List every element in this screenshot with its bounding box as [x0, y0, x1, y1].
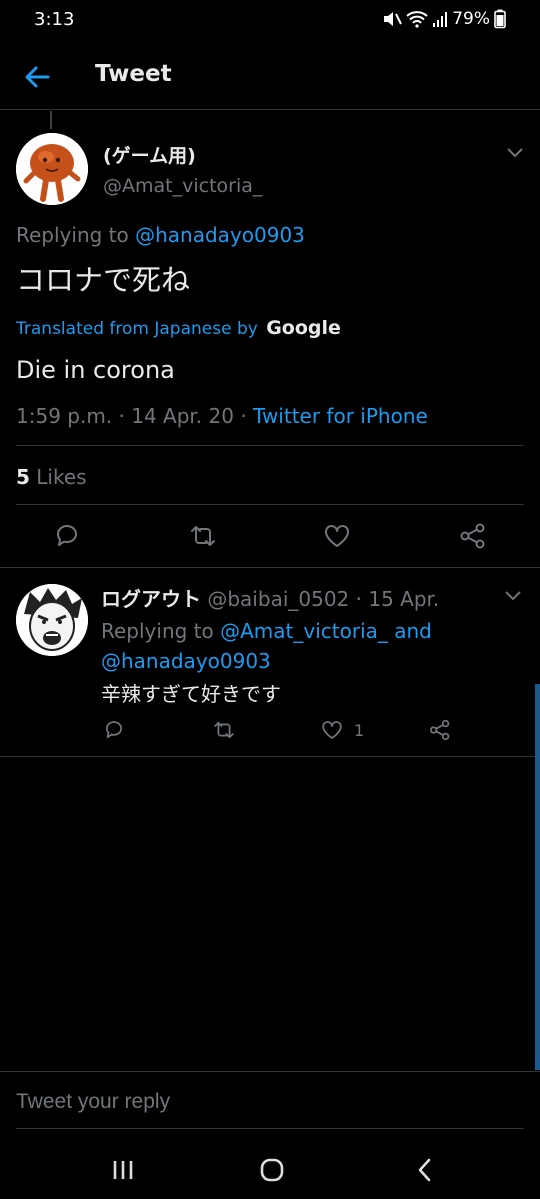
- status-icons: 79%: [382, 9, 506, 29]
- chevron-down-icon[interactable]: [506, 147, 524, 159]
- avatar[interactable]: [16, 584, 88, 656]
- tweet-text: 辛辣すぎて好きです: [101, 682, 281, 706]
- divider: [16, 445, 524, 446]
- retweet-icon[interactable]: [188, 521, 218, 551]
- replying-to: Replying to @Amat_victoria_ and @hanaday…: [101, 616, 501, 676]
- translation-attribution[interactable]: Translated from Japanese by Google: [16, 317, 341, 339]
- translated-text: Die in corona: [16, 356, 175, 384]
- divider: [0, 756, 540, 757]
- tweet-text: コロナで死ね: [16, 263, 191, 297]
- tweet-actions: 1: [0, 718, 540, 748]
- reply-tweet[interactable]: ログアウト @baibai_0502 · 15 Apr. Replying to…: [0, 568, 540, 756]
- scrollbar[interactable]: [535, 684, 540, 1070]
- back-icon[interactable]: [410, 1156, 440, 1184]
- app-bar: Tweet: [0, 44, 540, 110]
- recent-apps-icon[interactable]: [108, 1156, 138, 1184]
- battery-icon: [494, 9, 506, 29]
- likes-number: 5: [16, 465, 30, 489]
- status-time: 3:13: [34, 9, 75, 30]
- user-handle[interactable]: @Amat_victoria_: [103, 175, 262, 197]
- replying-prefix: Replying to: [16, 223, 129, 247]
- replying-to-link[interactable]: @Amat_victoria_ and: [220, 619, 432, 643]
- tweet-actions: [0, 521, 540, 567]
- system-nav-bar: [0, 1140, 540, 1199]
- replying-prefix: Replying to: [101, 619, 214, 643]
- thread-connector: [50, 111, 52, 129]
- likes-count[interactable]: 5 Likes: [16, 465, 87, 489]
- display-name[interactable]: (ゲーム用): [103, 141, 196, 168]
- reply-header: ログアウト @baibai_0502 · 15 Apr.: [101, 583, 439, 612]
- share-icon[interactable]: [428, 718, 452, 742]
- chevron-down-icon[interactable]: [504, 590, 522, 602]
- like-count: 1: [354, 721, 365, 740]
- retweet-icon[interactable]: [212, 718, 236, 742]
- tweet-source-link[interactable]: Twitter for iPhone: [253, 404, 428, 428]
- status-bar: 3:13 79%: [0, 0, 540, 40]
- likes-label: Likes: [36, 465, 87, 489]
- divider: [16, 504, 524, 505]
- translated-label: Translated from Japanese by: [16, 319, 258, 339]
- user-handle-date[interactable]: @baibai_0502 · 15 Apr.: [207, 587, 439, 611]
- back-arrow-icon[interactable]: [22, 62, 52, 92]
- battery-percent: 79%: [452, 9, 490, 29]
- replying-to: Replying to @hanadayo0903: [16, 223, 305, 247]
- signal-icon: [433, 12, 448, 27]
- display-name[interactable]: ログアウト: [101, 587, 201, 611]
- google-logo: Google: [266, 317, 341, 339]
- replying-to-link[interactable]: @hanadayo0903: [135, 223, 305, 247]
- avatar[interactable]: [16, 133, 88, 205]
- reply-composer: [0, 1071, 540, 1129]
- like-heart-icon[interactable]: [320, 718, 344, 742]
- mute-icon: [384, 12, 403, 26]
- reply-input-underline: [16, 1128, 524, 1129]
- page-title: Tweet: [95, 61, 172, 87]
- tweet-meta: 1:59 p.m. · 14 Apr. 20 · Twitter for iPh…: [16, 404, 428, 428]
- reply-icon[interactable]: [102, 718, 126, 742]
- reply-icon[interactable]: [52, 521, 82, 551]
- avatar-image: [16, 584, 88, 656]
- avatar-image: [16, 133, 88, 205]
- reply-input[interactable]: [16, 1084, 516, 1120]
- share-icon[interactable]: [458, 521, 488, 551]
- tweet-timestamp: 1:59 p.m. · 14 Apr. 20 ·: [16, 404, 254, 428]
- like-heart-icon[interactable]: [322, 521, 352, 551]
- home-icon[interactable]: [257, 1156, 287, 1184]
- replying-to-link[interactable]: @hanadayo0903: [101, 649, 271, 673]
- wifi-icon: [406, 11, 428, 28]
